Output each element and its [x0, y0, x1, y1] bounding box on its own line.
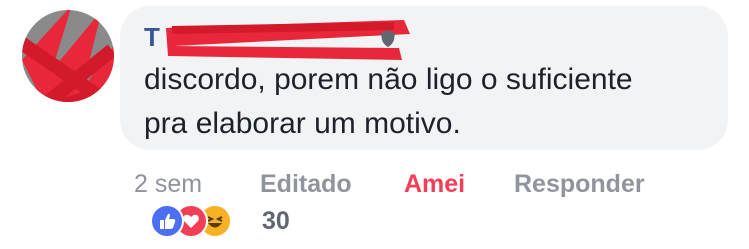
shield-icon	[381, 30, 395, 47]
reaction-button[interactable]: Amei	[404, 166, 465, 202]
comment-container: T discordo, porem não ligo o suficiente …	[0, 0, 749, 249]
edited-link[interactable]: Editado	[260, 166, 352, 202]
like-icon	[150, 204, 184, 238]
avatar-redaction-scribble	[22, 10, 114, 102]
author-name[interactable]: T	[144, 22, 160, 52]
comment-bubble: T discordo, porem não ligo o suficiente …	[120, 6, 728, 150]
reply-button[interactable]: Responder	[514, 166, 645, 202]
avatar[interactable]	[22, 10, 114, 102]
reaction-count: 30	[262, 207, 290, 235]
comment-text: discordo, porem não ligo o suficiente pr…	[144, 63, 633, 140]
timestamp[interactable]: 2 sem	[134, 166, 202, 202]
